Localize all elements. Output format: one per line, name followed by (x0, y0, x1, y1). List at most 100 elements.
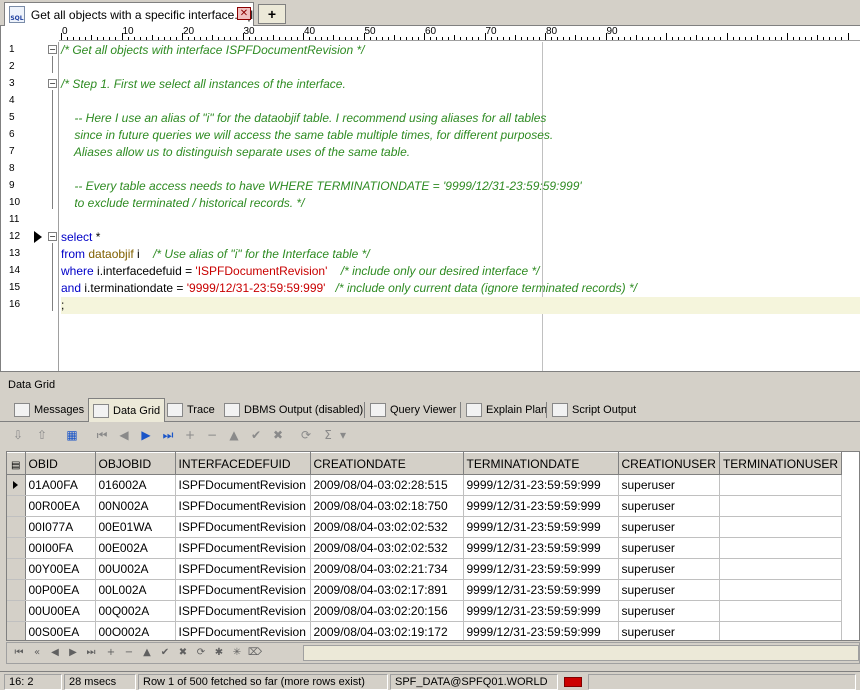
grid-cell[interactable]: 9999/12/31-23:59:59:999 (463, 600, 619, 622)
prev-record-icon[interactable]: ◀ (116, 427, 132, 443)
sum-dropdown-icon[interactable]: ▾ (338, 427, 348, 443)
grid-cell[interactable]: 2009/08/04-03:02:20:156 (310, 600, 464, 622)
code-line[interactable] (61, 59, 860, 76)
first-record-icon[interactable]: ⏮ (94, 427, 110, 443)
row-indicator[interactable] (7, 579, 26, 601)
refresh-icon[interactable]: ⟳ (298, 427, 314, 443)
document-tab[interactable]: SQL Get all objects with a specific inte… (4, 2, 254, 26)
close-tab-icon[interactable]: ✕ (237, 7, 251, 20)
grid-cell[interactable] (719, 495, 843, 517)
grid-cell[interactable] (719, 474, 843, 496)
grid-cell[interactable]: 2009/08/04-03:02:02:532 (310, 537, 464, 559)
grid-cell[interactable]: superuser (618, 537, 720, 559)
grid-cell[interactable]: superuser (618, 495, 720, 517)
grid-cell[interactable]: 00E002A (95, 537, 176, 559)
grid-cell[interactable]: superuser (618, 474, 720, 496)
row-indicator[interactable] (7, 474, 26, 496)
code-line[interactable]: /* Get all objects with interface ISPFDo… (61, 42, 860, 59)
tab-explain-plan[interactable]: Explain Plan (462, 399, 551, 421)
row-indicator[interactable] (7, 621, 26, 640)
grid-cell[interactable]: 00I00FA (25, 537, 96, 559)
grid-cell[interactable]: 00R00EA (25, 495, 96, 517)
nav-bookmark-icon[interactable]: ✱ (211, 645, 227, 661)
tab-script-output[interactable]: Script Output (548, 399, 640, 421)
next-record-icon[interactable]: ▶ (138, 427, 154, 443)
grid-cell[interactable]: 00E01WA (95, 516, 176, 538)
grid-cell[interactable]: 00Q002A (95, 600, 176, 622)
grid-cell[interactable] (719, 516, 843, 538)
code-line[interactable]: since in future queries we will access t… (61, 127, 860, 144)
delete-record-icon[interactable]: − (204, 427, 220, 443)
grid-cell[interactable]: 00L002A (95, 579, 176, 601)
fold-toggle-icon[interactable]: − (48, 45, 57, 54)
nav-refresh-icon[interactable]: ⟳ (193, 645, 209, 661)
edit-record-icon[interactable]: ▲ (226, 427, 242, 443)
export-icon[interactable]: ⇩ (10, 427, 26, 443)
code-line[interactable]: Aliases allow us to distinguish separate… (61, 144, 860, 161)
grid-cell[interactable]: ISPFDocumentRevision (175, 558, 311, 580)
row-indicator[interactable] (7, 600, 26, 622)
grid-cell[interactable]: superuser (618, 621, 720, 640)
grid-cell[interactable] (719, 537, 843, 559)
grid-cell[interactable]: 2009/08/04-03:02:02:532 (310, 516, 464, 538)
grid-cell[interactable]: 9999/12/31-23:59:59:999 (463, 621, 619, 640)
column-header[interactable]: OBID (25, 452, 96, 475)
grid-cell[interactable]: 00U002A (95, 558, 176, 580)
table-row[interactable]: 00R00EA 00N002A ISPFDocumentRevision 2009/0… (7, 495, 843, 517)
grid-cell[interactable]: 00O002A (95, 621, 176, 640)
code-line[interactable]: -- Every table access needs to have WHER… (61, 178, 860, 195)
row-indicator[interactable] (7, 516, 26, 538)
column-header[interactable]: INTERFACEDEFUID (175, 452, 311, 475)
table-row[interactable]: 00S00EA 00O002A ISPFDocumentRevision 2009/0… (7, 621, 843, 640)
code-line[interactable] (61, 212, 860, 229)
grid-cell[interactable]: 9999/12/31-23:59:59:999 (463, 558, 619, 580)
grid-cell[interactable]: 2009/08/04-03:02:18:750 (310, 495, 464, 517)
nav-clear-bookmark-icon[interactable]: ✳ (229, 645, 245, 661)
column-header[interactable]: TERMINATIONUSER (719, 452, 843, 475)
tab-messages[interactable]: Messages (10, 399, 88, 421)
code-line[interactable]: from dataobjif i /* Use alias of "i" for… (61, 246, 860, 263)
sum-icon[interactable]: Σ (320, 427, 336, 443)
fold-toggle-icon[interactable]: − (48, 79, 57, 88)
grid-options-icon[interactable]: ▦ (64, 427, 80, 443)
row-indicator[interactable] (7, 495, 26, 517)
grid-cell[interactable]: 2009/08/04-03:02:21:734 (310, 558, 464, 580)
nav-next-icon[interactable]: ▶ (65, 645, 81, 661)
last-record-icon[interactable]: ⏭ (160, 427, 176, 443)
nav-first-icon[interactable]: ⏮ (11, 645, 27, 661)
table-row[interactable]: 00P00EA 00L002A ISPFDocumentRevision 2009/0… (7, 579, 843, 601)
grid-cell[interactable]: 9999/12/31-23:59:59:999 (463, 579, 619, 601)
code-line[interactable]: and i.terminationdate = '9999/12/31-23:5… (61, 280, 860, 297)
grid-corner-icon[interactable]: ▤ (7, 452, 26, 475)
grid-cell[interactable]: 00Y00EA (25, 558, 96, 580)
grid-cell[interactable]: 00I077A (25, 516, 96, 538)
row-indicator[interactable] (7, 558, 26, 580)
nav-insert-icon[interactable]: + (103, 645, 119, 661)
grid-cell[interactable]: 9999/12/31-23:59:59:999 (463, 516, 619, 538)
grid-cell[interactable]: 016002A (95, 474, 176, 496)
grid-cell[interactable] (719, 600, 843, 622)
grid-cell[interactable]: 2009/08/04-03:02:19:172 (310, 621, 464, 640)
grid-cell[interactable]: 00S00EA (25, 621, 96, 640)
code-line[interactable]: where i.interfacedefuid = 'ISPFDocumentR… (61, 263, 860, 280)
code-line[interactable]: /* Step 1. First we select all instances… (61, 76, 860, 93)
nav-post-icon[interactable]: ✔ (157, 645, 173, 661)
results-grid[interactable]: ▤ OBID OBJOBID INTERFACEDEFUID CREATIONDATE T… (6, 451, 860, 641)
grid-cell[interactable]: 00U00EA (25, 600, 96, 622)
code-line[interactable]: to exclude terminated / historical recor… (61, 195, 860, 212)
nav-filter-icon[interactable]: ⌦ (247, 645, 263, 661)
column-header[interactable]: CREATIONUSER (618, 452, 720, 475)
grid-cell[interactable]: ISPFDocumentRevision (175, 495, 311, 517)
table-row[interactable]: 00I00FA 00E002A ISPFDocumentRevision 2009/0… (7, 537, 843, 559)
grid-cell[interactable]: ISPFDocumentRevision (175, 474, 311, 496)
grid-cell[interactable]: 2009/08/04-03:02:17:891 (310, 579, 464, 601)
table-row[interactable]: 00I077A 00E01WA ISPFDocumentRevision 2009/0… (7, 516, 843, 538)
table-row[interactable]: 00U00EA 00Q002A ISPFDocumentRevision 2009/0… (7, 600, 843, 622)
row-indicator[interactable] (7, 537, 26, 559)
nav-cancel-icon[interactable]: ✖ (175, 645, 191, 661)
fold-toggle-icon[interactable]: − (48, 232, 57, 241)
tab-data-grid[interactable]: Data Grid (88, 398, 166, 422)
grid-cell[interactable]: 2009/08/04-03:02:28:515 (310, 474, 464, 496)
grid-cell[interactable] (719, 558, 843, 580)
code-line[interactable]: select * (61, 229, 860, 246)
